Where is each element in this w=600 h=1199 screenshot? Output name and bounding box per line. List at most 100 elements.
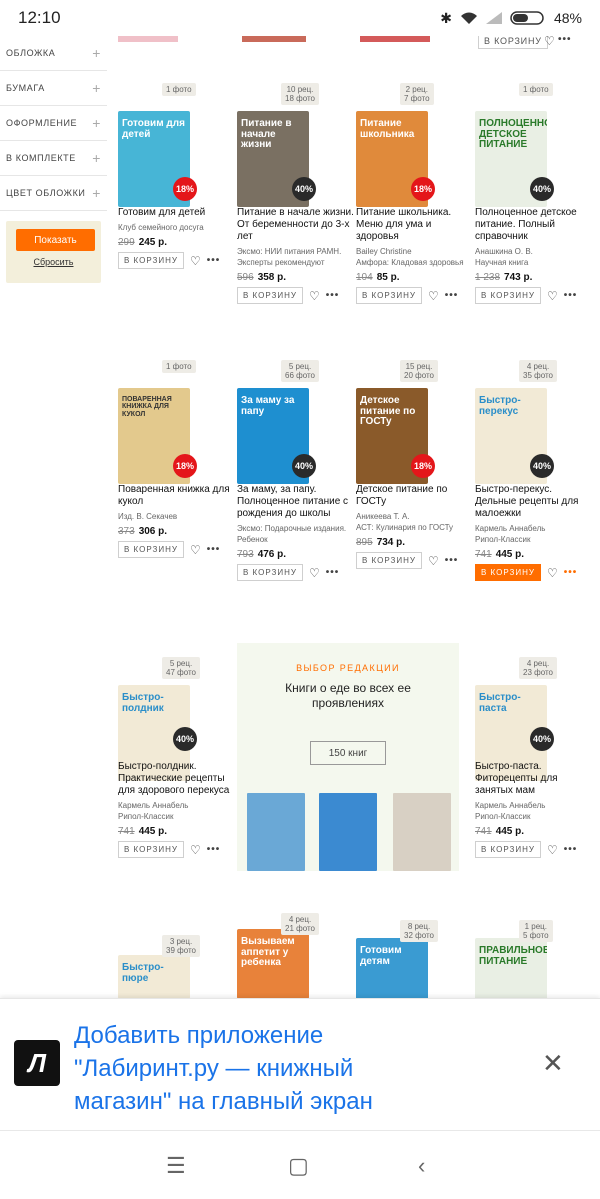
more-options-icon[interactable]: ••• [564,290,578,301]
cover-title: Вызываем аппетит у ребенка [241,936,295,968]
product-title[interactable]: Питание школьника. Меню для ума и здоров… [356,207,476,243]
cover-title: Быстро-пюре [122,962,164,984]
product-meta[interactable]: Анашкина О. В. Научная книга [475,246,595,268]
discount-badge: 40% [530,454,554,478]
product-meta[interactable]: Кармель Аннабель Рипол-Классик [118,800,238,822]
photo-count-badge: 4 рец. 35 фото [519,360,557,383]
plus-icon: + [92,80,101,96]
filter-cover-color[interactable]: ЦВЕТ ОБЛОЖКИ + [0,176,107,211]
filter-actions: Показать Сбросить [6,221,101,283]
product-meta[interactable]: Кармель Аннабель Рипол-Классик [475,523,595,545]
promo-book-cover[interactable] [393,793,451,871]
wishlist-heart-icon[interactable]: ♡ [190,843,201,857]
add-to-cart-button[interactable]: В КОРЗИНУ [475,287,541,304]
product-title[interactable]: Быстро-полдник. Практические рецепты для… [118,761,238,797]
add-to-cart-button[interactable]: В КОРЗИНУ [475,841,541,858]
filter-label: БУМАГА [6,83,45,93]
wishlist-heart-icon[interactable]: ♡ [547,566,558,580]
product-title[interactable]: За маму, за папу. Полноценное питание с … [237,484,357,520]
filter-cover[interactable]: ОБЛОЖКА + [0,36,107,71]
filter-included[interactable]: В КОМПЛЕКТЕ + [0,141,107,176]
price: 306 р. [138,526,168,537]
product-meta[interactable]: Клуб семейного досуга [118,222,238,233]
book-cover[interactable]: Вызываем аппетит у ребенка [237,929,309,999]
more-options-icon[interactable]: ••• [326,290,340,301]
book-cover[interactable]: Быстро-пюре [118,955,190,999]
product-title[interactable]: Поваренная книжка для кукол [118,484,238,508]
show-results-button[interactable]: Показать [16,229,95,251]
wishlist-heart-icon[interactable]: ♡ [309,566,320,580]
book-cover[interactable]: Готовим детям [356,938,428,1000]
wishlist-heart-icon[interactable]: ♡ [428,554,439,568]
photo-count-badge: 10 рец. 18 фото [281,83,319,106]
more-options-icon[interactable]: ••• [564,844,578,855]
add-to-cart-button[interactable]: В КОРЗИНУ [118,252,184,269]
wishlist-heart-icon[interactable]: ♡ [190,254,201,268]
more-options-icon[interactable]: ••• [207,544,221,555]
photo-count-badge: 1 фото [162,360,196,374]
battery-level: 48% [553,10,582,26]
photo-count-badge: 4 рец. 23 фото [519,657,557,680]
plus-icon: + [92,150,101,166]
add-to-cart-button[interactable]: В КОРЗИНУ [237,287,303,304]
back-icon[interactable]: ‹ [418,1153,425,1179]
more-options-icon[interactable]: ••• [445,290,459,301]
product-meta[interactable]: Эксмо: Подарочные издания. Ребенок [237,523,357,545]
reset-filters-link[interactable]: Сбросить [16,257,91,267]
promo-count-button[interactable]: 150 книг [310,741,386,765]
more-options-icon[interactable]: ••• [445,555,459,566]
discount-badge: 18% [411,454,435,478]
editors-choice-promo[interactable]: ВЫБОР РЕДАКЦИИ Книги о еде во всех ее пр… [237,643,459,871]
banner-text[interactable]: Добавить приложение "Лабиринт.ру — книжн… [74,1019,454,1118]
add-to-cart-button[interactable]: В КОРЗИНУ [356,552,422,569]
old-price: 1 238 [475,272,501,283]
more-options-icon[interactable]: ••• [207,255,221,266]
book-cover[interactable]: ПРАВИЛЬНОЕ ПИТАНИЕ [475,938,547,1000]
add-to-cart-button[interactable]: В КОРЗИНУ [118,541,184,558]
close-icon[interactable]: ✕ [542,1048,564,1079]
wishlist-heart-icon[interactable]: ♡ [547,843,558,857]
wishlist-heart-icon[interactable]: ♡ [547,289,558,303]
more-options-icon[interactable]: ••• [564,567,578,578]
old-price: 741 [475,826,492,837]
filter-paper[interactable]: БУМАГА + [0,71,107,106]
cover-title: Питание в начале жизни [241,118,292,150]
product-title[interactable]: Быстро-паста. Фиторецепты для занятых ма… [475,761,595,797]
wishlist-heart-icon[interactable]: ♡ [428,289,439,303]
filter-design[interactable]: ОФОРМЛЕНИЕ + [0,106,107,141]
product-title[interactable]: Готовим для детей [118,207,238,219]
product-title[interactable]: Детское питание по ГОСТу [356,484,476,508]
add-to-cart-button[interactable]: В КОРЗИНУ [475,564,541,581]
photo-count-badge: 15 рец. 20 фото [400,360,438,383]
signal-icon [485,12,502,24]
product-meta[interactable]: Изд. В. Секачев [118,511,238,522]
more-options-icon[interactable]: ••• [326,567,340,578]
old-price: 104 [356,272,373,283]
promo-headline[interactable]: Книги о еде во всех ее проявлениях [257,681,439,711]
promo-book-cover[interactable] [319,793,377,871]
add-to-cart-button[interactable]: В КОРЗИНУ [118,841,184,858]
more-options-icon[interactable]: ••• [207,844,221,855]
product-meta[interactable]: Кармель Аннабель Рипол-Классик [475,800,595,822]
home-icon[interactable]: ▢ [288,1153,309,1179]
wishlist-heart-icon[interactable]: ♡ [190,543,201,557]
wishlist-heart-icon[interactable]: ♡ [544,34,555,48]
wishlist-heart-icon[interactable]: ♡ [309,289,320,303]
promo-book-cover[interactable] [247,793,305,871]
menu-icon[interactable]: ☰ [166,1153,186,1179]
filter-label: ОФОРМЛЕНИЕ [6,118,78,128]
price: 85 р. [376,272,400,283]
filter-label: ЦВЕТ ОБЛОЖКИ [6,188,86,198]
price: 734 р. [376,537,406,548]
product-meta[interactable]: Эксмо: НИИ питания РАМН. Эксперты рекоме… [237,246,357,268]
old-price: 793 [237,549,254,560]
product-title[interactable]: Быстро-перекус. Дельные рецепты для мало… [475,484,595,520]
product-title[interactable]: Полноценное детское питание. Полный спра… [475,207,595,243]
discount-badge: 40% [530,727,554,751]
add-to-cart-button[interactable]: В КОРЗИНУ [356,287,422,304]
product-meta[interactable]: Bailey Christine Амфора: Кладовая здоров… [356,246,476,268]
product-title[interactable]: Питание в начале жизни. От беременности … [237,207,357,243]
product-meta[interactable]: Аникеева Т. А. АСТ: Кулинария по ГОСТу [356,511,476,533]
add-to-homescreen-banner[interactable]: Л Добавить приложение "Лабиринт.ру — кни… [0,998,600,1130]
add-to-cart-button[interactable]: В КОРЗИНУ [237,564,303,581]
